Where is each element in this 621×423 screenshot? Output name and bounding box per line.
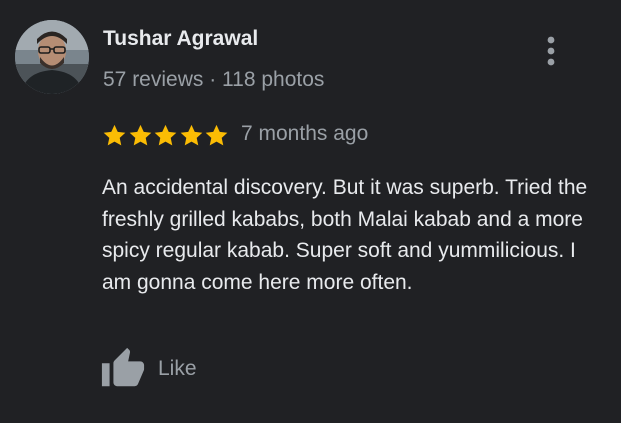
more-vert-icon: [547, 36, 555, 66]
review-date: 7 months ago: [241, 122, 369, 145]
star-rating: [102, 122, 230, 148]
star-icon: [154, 124, 177, 145]
review-text: An accidental discovery. But it was supe…: [102, 176, 588, 294]
review-card: Tushar Agrawal 57 reviews · 118 photos 7…: [0, 0, 621, 423]
like-button[interactable]: Like: [100, 346, 197, 392]
reviewer-name[interactable]: Tushar Agrawal: [103, 27, 258, 51]
star-icon: [129, 124, 151, 145]
reviewer-avatar[interactable]: [15, 20, 89, 94]
avatar-photo-icon: [15, 20, 89, 94]
reviewer-stats[interactable]: 57 reviews · 118 photos: [103, 68, 324, 92]
thumbs-up-icon: [101, 347, 145, 387]
star-icon: [103, 124, 126, 145]
like-label: Like: [158, 357, 197, 380]
star-icon: [180, 124, 202, 145]
star-icon: [205, 124, 228, 145]
more-options-button[interactable]: [537, 34, 565, 68]
